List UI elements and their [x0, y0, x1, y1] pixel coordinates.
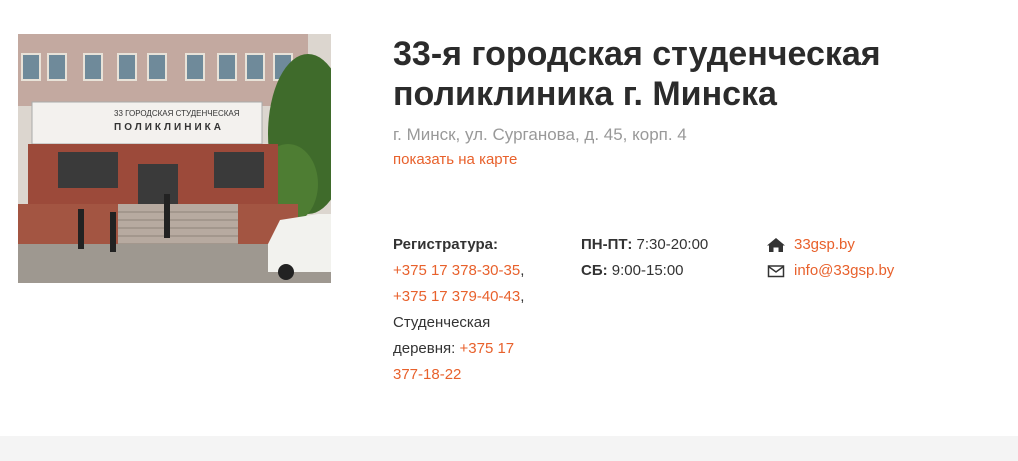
website-row: 33gsp.by	[766, 232, 966, 258]
clinic-title: 33-я городская студенческая поликлиника …	[393, 35, 881, 113]
email-row: info@33gsp.by	[766, 258, 966, 284]
sign-line2: ПОЛИКЛИНИКА	[114, 122, 224, 133]
phone-link-1[interactable]: +375 17 378-30-35	[393, 262, 520, 279]
phone-separator-2: ,	[520, 288, 525, 305]
saturday-value: 9:00-15:00	[611, 262, 684, 279]
village-phone-line: Студенческая деревня: +375 17 377-18-22	[393, 310, 543, 388]
saturday-hours: СБ: 9:00-15:00	[581, 258, 751, 284]
working-hours-block: ПН-ПТ: 7:30-20:00 СБ: 9:00-15:00	[581, 232, 751, 284]
footer-band	[0, 436, 1018, 461]
weekdays-label: ПН-ПТ:	[581, 236, 633, 253]
clinic-address: г. Минск, ул. Сурганова, д. 45, корп. 4	[393, 125, 687, 144]
sign-line1: 33 ГОРОДСКАЯ СТУДЕНЧЕСКАЯ	[114, 109, 240, 118]
saturday-label: СБ:	[581, 262, 608, 279]
phone-separator-1: ,	[520, 262, 525, 279]
contacts-block: 33gsp.by info@33gsp.by	[766, 232, 966, 284]
email-link[interactable]: info@33gsp.by	[794, 258, 894, 284]
show-on-map-link[interactable]: показать на карте	[393, 150, 517, 170]
phone-line-2: +375 17 379-40-43,	[393, 284, 543, 310]
registry-block: Регистратура: +375 17 378-30-35, +375 17…	[393, 232, 543, 388]
clinic-building-image: 33 ГОРОДСКАЯ СТУДЕНЧЕСКАЯ ПОЛИКЛИНИКА	[18, 34, 331, 283]
home-icon	[767, 238, 785, 252]
website-link[interactable]: 33gsp.by	[794, 232, 855, 258]
weekdays-hours: ПН-ПТ: 7:30-20:00	[581, 232, 751, 258]
envelope-icon	[767, 265, 785, 278]
phone-link-2[interactable]: +375 17 379-40-43	[393, 288, 520, 305]
clinic-photo: 33 ГОРОДСКАЯ СТУДЕНЧЕСКАЯ ПОЛИКЛИНИКА	[18, 34, 331, 283]
registry-label: Регистратура:	[393, 236, 498, 253]
phone-line-1: +375 17 378-30-35,	[393, 258, 543, 284]
weekdays-value: 7:30-20:00	[636, 236, 709, 253]
